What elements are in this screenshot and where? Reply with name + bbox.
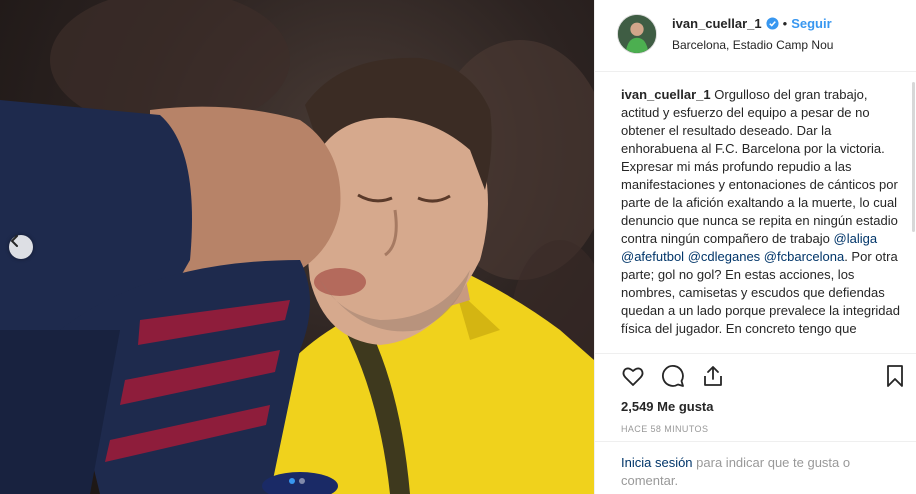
action-bar xyxy=(621,362,911,390)
post-image xyxy=(0,0,594,494)
post-photo[interactable] xyxy=(0,0,594,494)
caption-username[interactable]: ivan_cuellar_1 xyxy=(621,87,711,102)
avatar-image xyxy=(618,15,656,53)
location-link[interactable]: Barcelona, Estadio Camp Nou xyxy=(672,38,833,52)
header-user-line: ivan_cuellar_1 • Seguir xyxy=(672,16,832,31)
mention-link[interactable]: @fcbarcelona xyxy=(764,249,844,264)
carousel-prev-button[interactable] xyxy=(9,235,33,259)
verified-badge-icon xyxy=(766,17,779,30)
username-link[interactable]: ivan_cuellar_1 xyxy=(672,16,762,31)
mention-link[interactable]: @afefutbol xyxy=(621,249,684,264)
comment-bubble-icon[interactable] xyxy=(661,364,685,388)
mention-link[interactable]: @laliga xyxy=(834,231,878,246)
post-timestamp[interactable]: HACE 58 MINUTOS xyxy=(621,424,708,434)
carousel-dot xyxy=(299,478,305,484)
carousel-dot xyxy=(289,478,295,484)
chevron-left-icon xyxy=(10,235,18,247)
likes-count[interactable]: 2,549 Me gusta xyxy=(621,399,714,414)
mention-link[interactable]: @cdleganes xyxy=(688,249,760,264)
login-prompt: Inicia sesión para indicar que te gusta … xyxy=(621,454,891,490)
caption-area[interactable]: ivan_cuellar_1 Orgulloso del gran trabaj… xyxy=(595,72,916,354)
caption-text: Orgulloso del gran trabajo, actitud y es… xyxy=(621,87,898,246)
separator-dot: • xyxy=(782,16,788,31)
caption: ivan_cuellar_1 Orgulloso del gran trabaj… xyxy=(621,86,903,338)
carousel-indicator xyxy=(0,478,594,484)
share-icon[interactable] xyxy=(701,364,725,388)
post-header: ivan_cuellar_1 • Seguir Barcelona, Estad… xyxy=(595,0,916,72)
login-link[interactable]: Inicia sesión xyxy=(621,455,693,470)
login-prompt-area: Inicia sesión para indicar que te gusta … xyxy=(595,441,916,494)
caption-scrollbar[interactable] xyxy=(912,82,915,232)
post-sidebar: ivan_cuellar_1 • Seguir Barcelona, Estad… xyxy=(594,0,916,494)
follow-button[interactable]: Seguir xyxy=(791,16,831,31)
heart-icon[interactable] xyxy=(621,364,645,388)
avatar[interactable] xyxy=(617,14,657,54)
bookmark-icon[interactable] xyxy=(883,364,907,388)
